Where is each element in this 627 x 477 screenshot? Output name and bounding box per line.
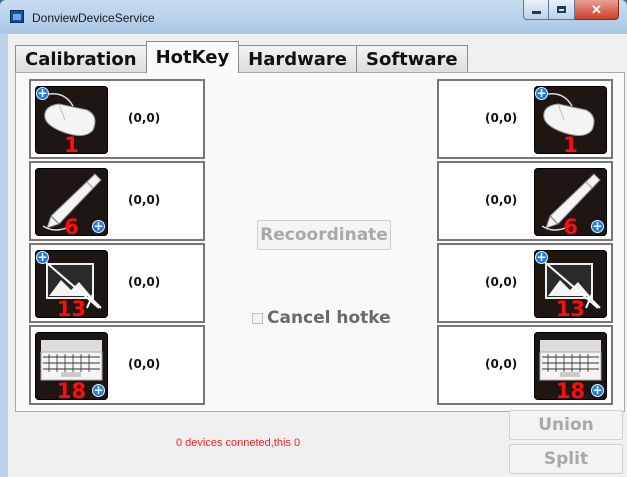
hotkey-number: 1 [64,133,79,154]
cancel-hotkey-label: Cancel hotke [267,308,391,328]
cancel-hotkey-checkbox[interactable] [252,312,263,324]
client-area: Calibration HotKey Hardware Software 1 +(… [8,34,627,477]
screen-capture-icon[interactable]: 13 + [35,250,108,318]
coordinate-value: (0,0) [128,357,161,371]
keyboard-icon[interactable]: 18 + [534,332,607,400]
window-controls: ✕ [523,0,619,21]
tab-software[interactable]: Software [356,45,468,73]
left-hotkey-slot[interactable]: 1 + (0,0) [29,79,205,159]
plus-badge-icon: + [92,219,105,233]
keyboard-icon[interactable]: 18 + [35,332,108,400]
minimize-icon [531,11,541,14]
union-button[interactable]: Union [509,410,623,440]
app-window: DonviewDeviceService ✕ Calibration HotKe… [0,0,627,477]
left-hotkey-column: 1 + (0,0) 6 + (0,0) 13 + (0,0) 18 + (0,0) [29,79,205,407]
mouse-icon[interactable]: 1 + [35,86,108,154]
pen-icon[interactable]: 6 + [35,168,108,236]
tab-strip: Calibration HotKey Hardware Software [15,41,468,73]
coordinate-value: (0,0) [485,357,518,371]
plus-badge-icon: + [535,86,548,100]
tab-hotkey[interactable]: HotKey [145,41,240,73]
tab-hardware[interactable]: Hardware [238,45,358,73]
hotkey-number: 1 [563,133,578,154]
title-bar[interactable]: DonviewDeviceService ✕ [0,0,627,34]
coordinate-value: (0,0) [485,111,518,125]
hotkey-number: 13 [555,297,586,318]
cancel-hotkey-checkbox-row[interactable]: Cancel hotke [252,306,397,330]
left-hotkey-slot[interactable]: 6 + (0,0) [29,161,205,241]
plus-badge-icon: + [36,250,49,264]
app-icon [10,10,24,23]
coordinate-value: (0,0) [128,111,161,125]
recoordinate-button[interactable]: Recoordinate [257,220,391,250]
left-hotkey-slot[interactable]: 18 + (0,0) [29,325,205,405]
plus-badge-icon: + [36,86,49,100]
maximize-button[interactable] [549,0,575,20]
right-hotkey-slot[interactable]: 1 + (0,0) [437,79,613,159]
maximize-icon [557,6,566,13]
status-text: 0 devices conneted,this 0 [176,437,301,449]
plus-badge-icon: + [591,219,604,233]
right-hotkey-column: 1 + (0,0) 6 + (0,0) 13 + (0,0) 18 + (0,0) [437,79,613,407]
coordinate-value: (0,0) [128,275,161,289]
close-button[interactable]: ✕ [575,0,619,20]
coordinate-value: (0,0) [128,193,161,207]
coordinate-value: (0,0) [485,275,518,289]
right-hotkey-slot[interactable]: 13 + (0,0) [437,243,613,323]
plus-badge-icon: + [591,383,604,397]
plus-badge-icon: + [92,383,105,397]
close-icon: ✕ [591,2,602,17]
left-hotkey-slot[interactable]: 13 + (0,0) [29,243,205,323]
mouse-icon[interactable]: 1 + [534,86,607,154]
hotkey-number: 13 [56,297,87,318]
window-title: DonviewDeviceService [32,11,155,25]
pen-icon[interactable]: 6 + [534,168,607,236]
tab-calibration[interactable]: Calibration [15,45,147,73]
plus-badge-icon: + [535,250,548,264]
minimize-button[interactable] [523,0,549,20]
screen-capture-icon[interactable]: 13 + [534,250,607,318]
coordinate-value: (0,0) [485,193,518,207]
right-hotkey-slot[interactable]: 6 + (0,0) [437,161,613,241]
right-hotkey-slot[interactable]: 18 + (0,0) [437,325,613,405]
split-button[interactable]: Split [509,444,623,474]
